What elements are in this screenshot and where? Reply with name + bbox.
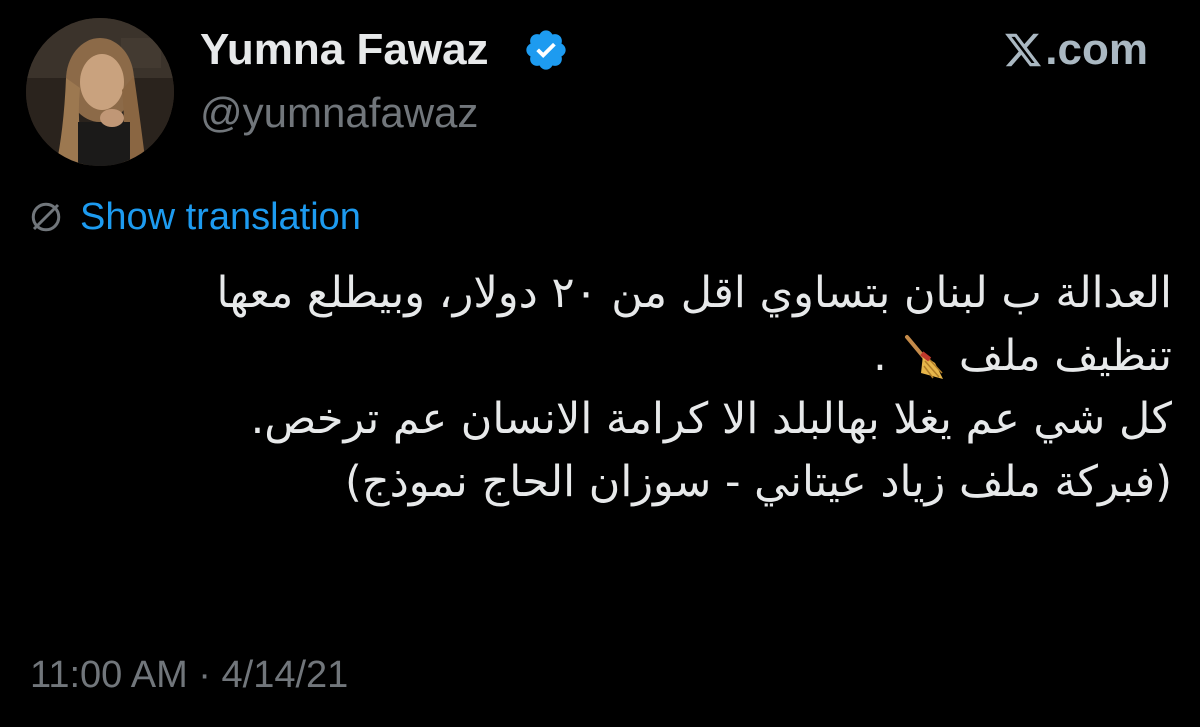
tweet-line: (فبركة ملف زياد عيتاني - سوزان الحاج نمو… (345, 457, 1172, 507)
avatar[interactable] (26, 18, 174, 166)
translate-globe-icon (31, 202, 61, 232)
handle[interactable]: @yumnafawaz (200, 88, 478, 138)
show-translation-link[interactable]: Show translation (80, 196, 361, 239)
tweet-line: كل شي عم يغلا بهالبلد الا كرامة الانسان … (250, 394, 1172, 444)
tweet-timestamp[interactable]: 11:00 AM · 4/14/21 (30, 652, 348, 698)
profile-photo (26, 18, 174, 166)
broom-icon (904, 334, 943, 379)
translate-row[interactable]: Show translation (28, 192, 361, 242)
x-brand: .com (1003, 24, 1148, 76)
x-logo-icon (1005, 33, 1042, 67)
brand-domain: .com (1045, 25, 1148, 74)
display-name[interactable]: Yumna Fawaz (200, 24, 489, 76)
tweet-line-text: تنظيف ملف (958, 331, 1172, 381)
verified-badge-icon (526, 30, 566, 70)
tweet-text: العدالة ب لبنان بتساوي اقل من ٢٠ دولار، … (30, 262, 1172, 514)
tweet-line: تنظيف ملف . (30, 325, 1172, 388)
tweet-line-punctuation: . (873, 331, 887, 381)
tweet-line: العدالة ب لبنان بتساوي اقل من ٢٠ دولار، … (216, 268, 1172, 318)
